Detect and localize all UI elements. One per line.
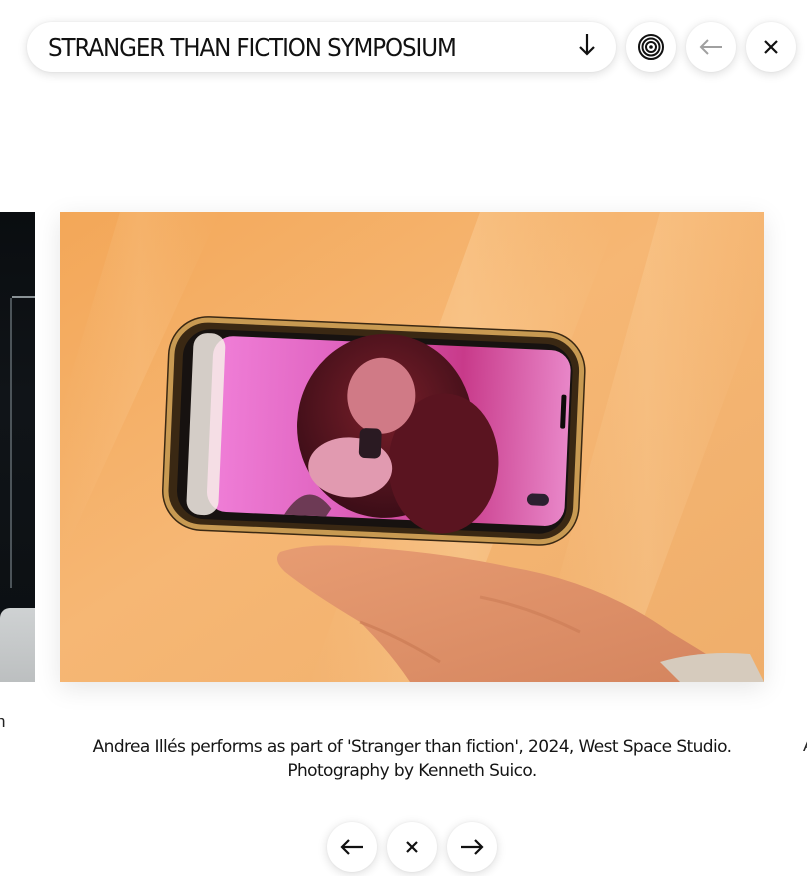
close-button[interactable] (746, 22, 796, 72)
target-icon (637, 33, 665, 61)
image-detail (12, 296, 35, 298)
previous-slide-image[interactable] (0, 212, 35, 682)
previous-caption-fragment: n (0, 712, 6, 731)
arrow-right-icon (459, 838, 485, 856)
previous-image-button[interactable] (327, 822, 377, 872)
close-lightbox-button[interactable] (387, 822, 437, 872)
next-image-button[interactable] (447, 822, 497, 872)
symposium-title-dropdown[interactable]: STRANGER THAN FICTION SYMPOSIUM (27, 22, 616, 72)
image-detail (10, 298, 12, 588)
image-caption: Andrea Illés performs as part of 'Strang… (60, 735, 764, 783)
caption-line-2: Photography by Kenneth Suico. (287, 761, 537, 781)
page-title: STRANGER THAN FICTION SYMPOSIUM (48, 32, 457, 62)
close-icon (405, 840, 419, 854)
arrow-left-icon (339, 838, 365, 856)
image-detail (0, 608, 35, 682)
caption-line-1: Andrea Illés performs as part of 'Strang… (92, 737, 732, 757)
arrow-down-icon (576, 32, 598, 63)
phone-performance-photo (60, 212, 764, 682)
lightbox-page: STRANGER THAN FICTION SYMPOSIUM n Andrea… (0, 0, 807, 876)
close-icon (763, 39, 779, 55)
next-caption-fragment: A (803, 736, 807, 755)
arrow-left-icon (698, 38, 724, 56)
back-button[interactable] (686, 22, 736, 72)
target-button[interactable] (626, 22, 676, 72)
current-slide-image[interactable] (60, 212, 764, 682)
